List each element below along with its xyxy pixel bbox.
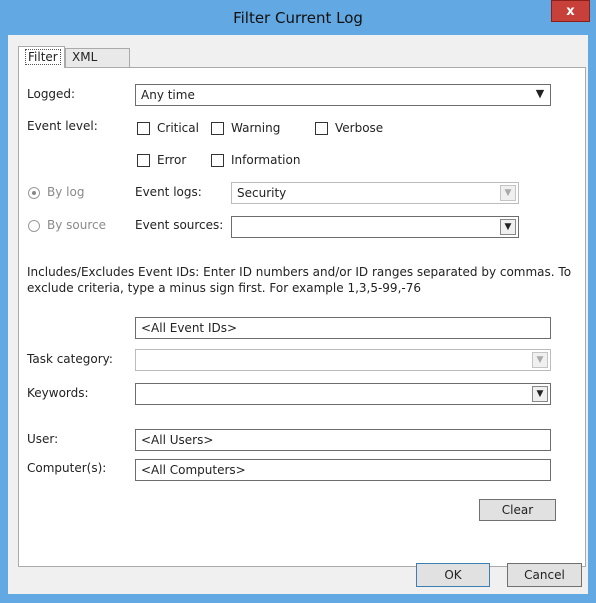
event-logs-dropdown[interactable]: Security ▼ bbox=[231, 182, 519, 204]
event-logs-label: Event logs: bbox=[135, 185, 202, 199]
logged-label: Logged: bbox=[27, 87, 76, 101]
event-ids-input[interactable]: <All Event IDs> bbox=[135, 317, 551, 339]
dialog-window: Filter Current Log x Filter XML Logged: … bbox=[0, 0, 596, 603]
chevron-down-icon: ▼ bbox=[532, 352, 548, 368]
chevron-down-icon: ▼ bbox=[500, 219, 516, 235]
logged-dropdown[interactable]: Any time ▼ bbox=[135, 84, 551, 106]
user-label: User: bbox=[27, 432, 59, 446]
clear-button[interactable]: Clear bbox=[479, 499, 556, 521]
user-input[interactable]: <All Users> bbox=[135, 429, 551, 451]
user-value: <All Users> bbox=[141, 433, 214, 447]
task-category-dropdown[interactable]: ▼ bbox=[135, 349, 551, 371]
chevron-down-icon: ▼ bbox=[535, 87, 545, 100]
event-logs-value: Security bbox=[237, 186, 287, 200]
critical-checkbox[interactable] bbox=[137, 122, 150, 135]
computer-input[interactable]: <All Computers> bbox=[135, 459, 551, 481]
radio-selected-dot bbox=[32, 191, 36, 195]
by-source-radio[interactable] bbox=[28, 220, 40, 232]
warning-checkbox[interactable] bbox=[211, 122, 224, 135]
event-ids-value: <All Event IDs> bbox=[141, 321, 238, 335]
title-bar[interactable]: Filter Current Log x bbox=[0, 0, 596, 35]
information-checkbox[interactable] bbox=[211, 154, 224, 167]
chevron-down-icon: ▼ bbox=[532, 386, 548, 402]
dialog-title: Filter Current Log bbox=[233, 9, 363, 27]
event-ids-help-text: Includes/Excludes Event IDs: Enter ID nu… bbox=[27, 265, 572, 295]
by-log-label: By log bbox=[47, 185, 85, 199]
by-source-label: By source bbox=[47, 218, 106, 232]
verbose-label: Verbose bbox=[335, 121, 384, 135]
tab-filter[interactable]: Filter bbox=[18, 46, 65, 68]
event-sources-label: Event sources: bbox=[135, 218, 224, 232]
close-button[interactable]: x bbox=[551, 0, 590, 22]
verbose-checkbox[interactable] bbox=[315, 122, 328, 135]
task-category-label: Task category: bbox=[27, 352, 113, 366]
warning-label: Warning bbox=[231, 121, 281, 135]
tab-xml[interactable]: XML bbox=[65, 48, 130, 67]
keywords-label: Keywords: bbox=[27, 386, 89, 400]
filter-panel: Logged: Any time ▼ Event level: Critical… bbox=[18, 67, 586, 567]
ok-button[interactable]: OK bbox=[416, 563, 490, 587]
tab-filter-label: Filter bbox=[25, 49, 61, 65]
error-label: Error bbox=[157, 153, 187, 167]
keywords-dropdown[interactable]: ▼ bbox=[135, 383, 551, 405]
event-level-label: Event level: bbox=[27, 119, 98, 133]
computer-label: Computer(s): bbox=[27, 461, 107, 475]
by-log-radio[interactable] bbox=[28, 187, 40, 199]
event-sources-dropdown[interactable]: ▼ bbox=[231, 216, 519, 238]
cancel-button[interactable]: Cancel bbox=[507, 563, 582, 587]
dialog-body: Filter XML Logged: Any time ▼ Event leve… bbox=[8, 35, 588, 594]
critical-label: Critical bbox=[157, 121, 199, 135]
error-checkbox[interactable] bbox=[137, 154, 150, 167]
chevron-down-icon: ▼ bbox=[500, 185, 516, 201]
logged-value: Any time bbox=[141, 88, 195, 102]
information-label: Information bbox=[231, 153, 301, 167]
computer-value: <All Computers> bbox=[141, 463, 246, 477]
